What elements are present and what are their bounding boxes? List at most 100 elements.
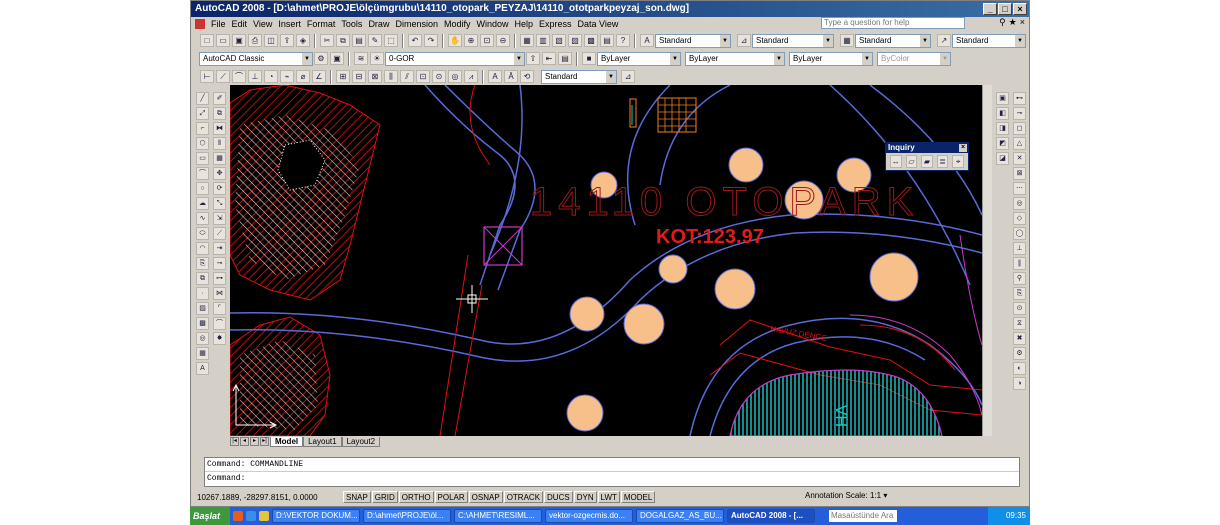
rotate-icon[interactable]: ⟳ — [213, 182, 226, 195]
drawing-canvas[interactable]: 14110 OTOPARK KOT:123.97 HA HAVUZ DENGE — [230, 85, 982, 436]
ordinate-icon[interactable]: ⊥ — [248, 70, 262, 83]
snap-perpendicular-icon[interactable]: ⊥ — [1013, 242, 1026, 255]
lwt-toggle[interactable]: LWT — [597, 491, 620, 503]
zoom-window-icon[interactable]: ⊡ — [480, 34, 494, 47]
named-views-icon[interactable]: ▣ — [996, 92, 1009, 105]
snap-endpoint-icon[interactable]: ◻ — [1013, 122, 1026, 135]
array-icon[interactable]: ▦ — [213, 152, 226, 165]
move-icon[interactable]: ✥ — [213, 167, 226, 180]
snap-parallel-icon[interactable]: ∥ — [1013, 257, 1026, 270]
snap-intersection-icon[interactable]: ✕ — [1013, 152, 1026, 165]
tab-first-icon[interactable]: |◂ — [230, 437, 239, 446]
snap-from-icon[interactable]: ⊸ — [1013, 107, 1026, 120]
firefox-icon[interactable] — [233, 511, 243, 521]
polygon-icon[interactable]: ⬡ — [196, 137, 209, 150]
table-style-select[interactable]: Standard — [855, 33, 931, 48]
snap-nearest-icon[interactable]: ⧖ — [1013, 317, 1026, 330]
dim-update-icon[interactable]: ⟲ — [520, 70, 534, 83]
circle-icon[interactable]: ○ — [196, 182, 209, 195]
annotation-scale-value[interactable]: 1:1 — [870, 491, 881, 500]
minimize-button[interactable]: _ — [983, 3, 997, 15]
search-icon[interactable]: ⚲ — [999, 17, 1006, 28]
aligned-dim-icon[interactable]: ⟋ — [216, 70, 230, 83]
jogged-icon[interactable]: ⌁ — [280, 70, 294, 83]
radius-icon[interactable]: ◔ — [264, 70, 278, 83]
annotation-scale[interactable]: Annotation Scale: 1:1 ▾ — [805, 491, 887, 500]
task-resimler[interactable]: C:\AHMET\RESIML... — [454, 509, 542, 523]
zoom-previous-icon[interactable]: ⊖ — [496, 34, 510, 47]
spline-icon[interactable]: ∿ — [196, 212, 209, 225]
break-point-icon[interactable]: ⊸ — [213, 257, 226, 270]
snap-apparent-icon[interactable]: ⊠ — [1013, 167, 1026, 180]
markup-icon[interactable]: ▩ — [584, 34, 598, 47]
revcloud-icon[interactable]: ☁ — [196, 197, 209, 210]
mass-properties-icon[interactable]: ▰ — [921, 155, 933, 168]
menu-edit[interactable]: Edit — [229, 19, 251, 29]
tab-layout2[interactable]: Layout2 — [341, 436, 381, 447]
baseline-icon[interactable]: ⊟ — [352, 70, 366, 83]
hatch-icon[interactable]: ▨ — [196, 302, 209, 315]
dim-break-icon[interactable]: ⫽ — [400, 70, 414, 83]
plot-icon[interactable]: ⎙ — [248, 34, 262, 47]
task-vektor-dokum[interactable]: D:\VEKTOR DOKUM... — [272, 509, 360, 523]
ie-icon[interactable] — [246, 511, 256, 521]
trim-icon[interactable]: ⟋ — [213, 227, 226, 240]
continue-icon[interactable]: ⊠ — [368, 70, 382, 83]
sheet-set-icon[interactable]: ▨ — [568, 34, 582, 47]
dyn-toggle[interactable]: DYN — [573, 491, 597, 503]
arc-length-icon[interactable]: ⌒ — [232, 70, 246, 83]
mleader-style-select[interactable]: Standard — [952, 33, 1026, 48]
extend-icon[interactable]: ⇥ — [213, 242, 226, 255]
erase-icon[interactable]: ✐ — [213, 92, 226, 105]
chamfer-icon[interactable]: ⌜ — [213, 302, 226, 315]
scale-icon[interactable]: ⤡ — [213, 197, 226, 210]
menu-draw[interactable]: Draw — [365, 19, 392, 29]
table-icon[interactable]: ▦ — [196, 347, 209, 360]
tab-next-icon[interactable]: ▸ — [250, 437, 259, 446]
menu-window[interactable]: Window — [474, 19, 512, 29]
redo-icon[interactable]: ↷ — [424, 34, 438, 47]
linetype-select[interactable]: ByLayer — [685, 51, 785, 66]
text-style-select[interactable]: Standard — [655, 33, 731, 48]
locate-point-icon[interactable]: ⌖ — [952, 155, 964, 168]
mtext-icon[interactable]: A — [196, 362, 209, 375]
tab-prev-icon[interactable]: ◂ — [240, 437, 249, 446]
arc-icon[interactable]: ⌒ — [196, 167, 209, 180]
save-icon[interactable]: ▣ — [232, 34, 246, 47]
layer-previous-icon[interactable]: ⇤ — [542, 52, 556, 65]
mirror-icon[interactable]: ⧓ — [213, 122, 226, 135]
gradient-icon[interactable]: ▩ — [196, 317, 209, 330]
left-view-icon[interactable]: ◩ — [996, 137, 1009, 150]
desktop-search-input[interactable]: Masaüstünde Ara — [829, 510, 897, 522]
help-search-input[interactable]: Type a question for help — [821, 17, 965, 29]
tool-palettes-icon[interactable]: ▧ — [552, 34, 566, 47]
3d-dwf-icon[interactable]: ◈ — [296, 34, 310, 47]
vertical-scrollbar[interactable] — [982, 85, 992, 436]
ellipse-icon[interactable]: ⬭ — [196, 227, 209, 240]
dim-space-icon[interactable]: ⫼ — [384, 70, 398, 83]
bottom-view-icon[interactable]: ◨ — [996, 122, 1009, 135]
block-editor-icon[interactable]: ⬚ — [384, 34, 398, 47]
polyline-icon[interactable]: ⌐ — [196, 122, 209, 135]
chevron-down-icon[interactable]: ▾ — [883, 491, 887, 500]
snap-quadrant-icon[interactable]: ◇ — [1013, 212, 1026, 225]
temp-track-icon[interactable]: ⊷ — [1013, 92, 1026, 105]
stretch-icon[interactable]: ⇲ — [213, 212, 226, 225]
osnap-toggle[interactable]: OSNAP — [468, 491, 503, 503]
task-dogalgaz[interactable]: DOGALGAZ_AS_BU... — [636, 509, 724, 523]
layer-states-icon[interactable]: ▤ — [558, 52, 572, 65]
copy-icon[interactable]: ⧉ — [336, 34, 350, 47]
close-button[interactable]: × — [1013, 3, 1027, 15]
menu-view[interactable]: View — [250, 19, 275, 29]
jogged-linear-icon[interactable]: ⩘ — [464, 70, 478, 83]
dim-text-edit-icon[interactable]: Ā — [504, 70, 518, 83]
workspace-select[interactable]: AutoCAD Classic — [199, 51, 313, 66]
ellipse-arc-icon[interactable]: ◠ — [196, 242, 209, 255]
task-vektor-ozgecmis[interactable]: vektor-ozgecmis.do... — [545, 509, 633, 523]
make-current-icon[interactable]: ⇧ — [526, 52, 540, 65]
center-mark-icon[interactable]: ⊙ — [432, 70, 446, 83]
diameter-icon[interactable]: ⌀ — [296, 70, 310, 83]
open-icon[interactable]: ▭ — [216, 34, 230, 47]
menu-tools[interactable]: Tools — [338, 19, 365, 29]
materials-icon[interactable]: ◑ — [1013, 377, 1026, 390]
